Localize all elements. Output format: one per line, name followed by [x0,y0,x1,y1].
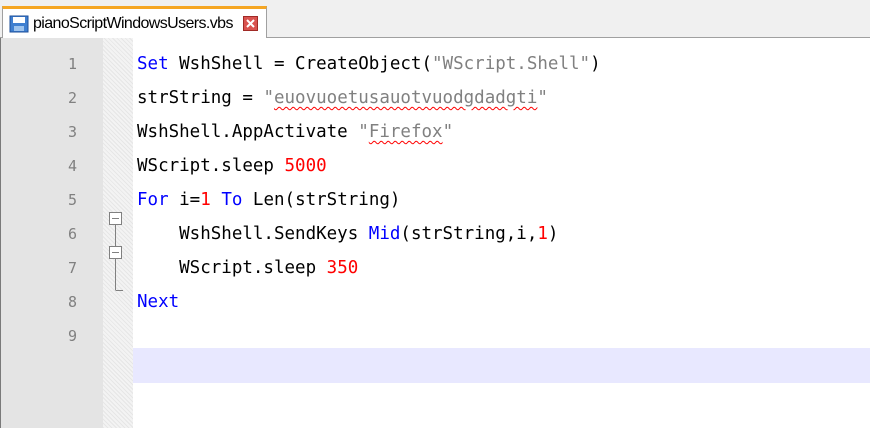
line-number: 1 [67,55,77,73]
code-token: 350 [326,258,359,278]
code-token: strString = [137,88,264,108]
code-token: WshShell.AppActivate [137,122,359,142]
fold-collapse-icon[interactable] [109,246,122,259]
code-line[interactable]: For i=1 To Len(strString) [137,188,400,212]
code-token: Firefox [368,122,443,142]
code-token: 5000 [284,156,327,176]
fold-markers [109,212,123,291]
code-token: " [358,122,369,142]
code-token: 1 [537,224,548,244]
line-number: 3 [67,123,77,141]
line-number: 8 [67,293,77,311]
line-number: 2 [67,89,77,107]
code-line[interactable]: Set WshShell = CreateObject("WScript.She… [137,52,601,76]
code-token: " [263,88,274,108]
tab-file[interactable]: pianoScriptWindowsUsers.vbs [2,6,267,38]
save-icon [9,15,29,33]
fold-collapse-icon[interactable] [109,212,122,225]
code-token: For [137,190,169,210]
code-token: ) [547,224,559,244]
tab-bar: pianoScriptWindowsUsers.vbs [0,0,870,38]
code-token: Mid [368,224,401,244]
line-number: 4 [67,157,77,175]
code-line[interactable]: WScript.sleep 350 [137,256,358,280]
line-number: 6 [67,225,77,243]
code-token: Next [137,292,180,312]
editor-window: pianoScriptWindowsUsers.vbs 1 Set WshShe… [0,0,870,428]
code-token: Set [137,54,169,74]
code-token: i= [168,190,201,210]
tab-filename: pianoScriptWindowsUsers.vbs [33,14,233,32]
code-token: WshShell = CreateObject( [168,54,433,74]
code-token: " [537,88,548,108]
code-editor[interactable]: 1 Set WshShell = CreateObject("WScript.Sh… [0,38,870,428]
code-token: Len(strString) [242,190,401,210]
code-token: WScript.sleep [137,258,327,278]
code-line[interactable]: WScript.sleep 5000 [137,154,327,178]
code-token: To [221,190,243,210]
code-token: " [442,122,454,142]
code-line[interactable]: Next [137,290,179,314]
code-token: (strString,i, [400,224,538,244]
code-line[interactable]: strString = "euovuoetusauotvuodgdadgti" [137,86,548,110]
line-number: 9 [67,327,77,345]
code-token: 1 [200,190,211,210]
code-token: euovuoetusauotvuodgdadgti [273,88,538,108]
current-line-highlight [133,348,870,383]
code-line[interactable]: WshShell.AppActivate "Firefox" [137,120,453,144]
line-number: 7 [67,259,77,277]
code-token: WScript.sleep [137,156,285,176]
close-icon[interactable] [242,16,258,31]
code-token: WshShell.SendKeys [137,224,369,244]
code-line[interactable]: WshShell.SendKeys Mid(strString,i,1) [137,222,558,246]
code-token: ) [590,54,601,74]
line-number: 5 [67,191,77,209]
code-token: "WScript.Shell" [432,54,591,74]
